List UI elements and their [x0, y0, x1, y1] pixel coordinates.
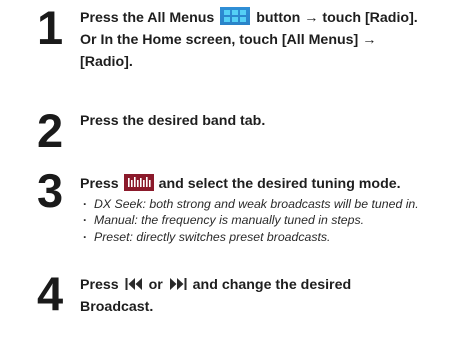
step-text-segment: and change the desired	[192, 277, 352, 293]
step-text-segment: or	[148, 277, 163, 293]
step-text-segment: Press	[80, 277, 119, 293]
list-item: Preset: directly switches preset broadca…	[82, 229, 419, 246]
step-text: Press and select the desired tuning mode…	[80, 173, 474, 195]
seek-forward-icon	[169, 276, 187, 290]
step-number: 4	[37, 267, 63, 320]
tuning-mode-icon	[123, 174, 154, 191]
seek-forward-glyph	[169, 278, 187, 290]
list-item: DX Seek: both strong and weak broadcasts…	[82, 196, 419, 213]
step-text-segment: Press the All Menus	[80, 10, 215, 26]
step-line: [Radio].	[80, 54, 133, 70]
all-menus-icon	[220, 7, 251, 25]
step-line: Press the All Menus button → touch [Radi…	[80, 7, 474, 29]
step-text-segment: button → touch [Radio].	[256, 10, 418, 26]
tuning-mode-glyph	[123, 174, 154, 191]
step-line: Broadcast.	[80, 299, 154, 315]
step-number: 3	[37, 164, 63, 217]
step-line: Press or and change the desired	[80, 274, 474, 296]
tuning-mode-list: DX Seek: both strong and weak broadcasts…	[82, 196, 419, 246]
step-text-segment: and select the desired tuning mode.	[158, 176, 401, 192]
step-text-segment: Press	[80, 176, 119, 192]
step-number: 2	[37, 104, 63, 157]
step-text: Press or and change the desired Broadcas…	[80, 274, 474, 318]
step-number: 1	[37, 1, 63, 54]
step-line: Or In the Home screen, touch [All Menus]…	[80, 32, 377, 48]
seek-back-icon	[125, 276, 143, 290]
step-text: Press the desired band tab.	[80, 113, 266, 129]
seek-back-glyph	[125, 278, 142, 290]
list-item: Manual: the frequency is manually tuned …	[82, 212, 419, 229]
step-text: Press the All Menus button → touch [Radi…	[80, 7, 474, 73]
